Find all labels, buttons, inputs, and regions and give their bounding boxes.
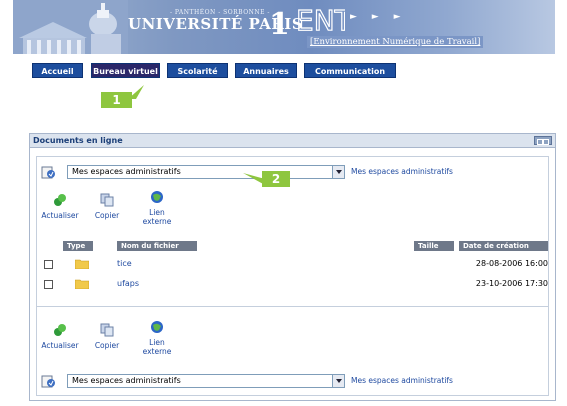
document-icon <box>41 166 55 179</box>
file-name[interactable]: ufaps <box>117 279 139 288</box>
copy-label: Copier <box>94 341 120 350</box>
arrows-icon: ► ► ► <box>350 12 407 22</box>
space-selector-row-bottom: Mes espaces administratifs Mes espaces a… <box>37 371 548 391</box>
refresh-icon <box>54 194 66 206</box>
ent-subtitle: [Environnement Numérique de Travail] <box>307 36 484 48</box>
external-link-button-top[interactable]: Lien externe <box>137 190 177 226</box>
actions-bottom: Actualiser Copier Lien externe <box>37 320 197 363</box>
space-link-top[interactable]: Mes espaces administratifs <box>351 167 453 176</box>
copy-icon <box>100 193 114 207</box>
tab-bureau-virtuel[interactable]: Bureau virtuel <box>91 63 160 78</box>
space-select-bottom[interactable]: Mes espaces administratifs <box>67 374 345 388</box>
file-date: 23-10-2006 17:30 <box>475 279 548 288</box>
tab-communication[interactable]: Communication <box>304 63 396 78</box>
dropdown-arrow-icon[interactable] <box>332 375 344 387</box>
university-number: 1 <box>269 7 290 42</box>
refresh-icon <box>54 324 66 336</box>
refresh-button-bottom[interactable]: Actualiser <box>40 323 80 350</box>
document-icon <box>41 375 55 388</box>
copy-icon <box>100 323 114 337</box>
table-row: tice 28-08-2006 16:00 <box>41 256 548 274</box>
divider <box>37 306 548 307</box>
window-control-icon[interactable] <box>534 136 552 145</box>
file-name[interactable]: tice <box>117 259 132 268</box>
space-select-top[interactable]: Mes espaces administratifs <box>67 165 345 179</box>
file-date: 28-08-2006 16:00 <box>475 259 548 268</box>
space-select-bottom-value: Mes espaces administratifs <box>72 376 181 385</box>
copy-button-top[interactable]: Copier <box>92 193 122 220</box>
header-size[interactable]: Taille <box>414 241 454 251</box>
refresh-label: Actualiser <box>41 341 79 350</box>
documents-panel: Documents en ligne Mes espaces administr… <box>29 133 556 401</box>
callout-marker-2-label: 2 <box>271 172 281 186</box>
header-type[interactable]: Type <box>63 241 93 251</box>
ent-logo-text: ENT <box>296 4 345 34</box>
copy-button-bottom[interactable]: Copier <box>92 323 122 350</box>
table-row: ufaps 23-10-2006 17:30 <box>41 276 548 294</box>
refresh-button-top[interactable]: Actualiser <box>40 193 80 220</box>
callout-marker-1-tail <box>128 85 144 99</box>
globe-link-icon <box>151 321 163 333</box>
globe-link-icon <box>151 191 163 203</box>
external-link-label-2: externe <box>142 347 172 356</box>
folder-icon[interactable] <box>75 258 89 269</box>
ent-logo: ENT <box>295 4 345 34</box>
external-link-label-1: Lien <box>149 338 165 347</box>
row-checkbox[interactable] <box>44 280 53 289</box>
tab-scolarite[interactable]: Scolarité <box>167 63 228 78</box>
folder-icon[interactable] <box>75 278 89 289</box>
panel-title: Documents en ligne <box>33 136 123 145</box>
ent-banner: - PANTHÉON - SORBONNE - UNIVERSITÉ PARIS… <box>13 0 555 54</box>
tab-accueil[interactable]: Accueil <box>32 63 83 78</box>
callout-marker-2: 2 <box>262 171 290 187</box>
space-select-top-value: Mes espaces administratifs <box>72 167 181 176</box>
header-name[interactable]: Nom du fichier <box>117 241 197 251</box>
header-date[interactable]: Date de création <box>459 241 548 251</box>
panel-header: Documents en ligne <box>30 134 555 148</box>
pantheon-building-icon <box>13 0 128 54</box>
tab-annuaires[interactable]: Annuaires <box>235 63 297 78</box>
copy-label: Copier <box>94 211 120 220</box>
external-link-button-bottom[interactable]: Lien externe <box>137 320 177 356</box>
external-link-label-1: Lien <box>149 208 165 217</box>
dropdown-arrow-icon[interactable] <box>332 166 344 178</box>
callout-marker-1-label: 1 <box>112 93 121 107</box>
row-checkbox[interactable] <box>44 260 53 269</box>
documents-content: Mes espaces administratifs Mes espaces a… <box>36 156 549 396</box>
external-link-label-2: externe <box>142 217 172 226</box>
space-link-bottom[interactable]: Mes espaces administratifs <box>351 376 453 385</box>
refresh-label: Actualiser <box>41 211 79 220</box>
table-header: Type Nom du fichier Taille Date de créat… <box>41 241 548 252</box>
space-selector-row-top: Mes espaces administratifs Mes espaces a… <box>37 162 548 182</box>
actions-top: Actualiser Copier Lien externe <box>37 190 197 233</box>
